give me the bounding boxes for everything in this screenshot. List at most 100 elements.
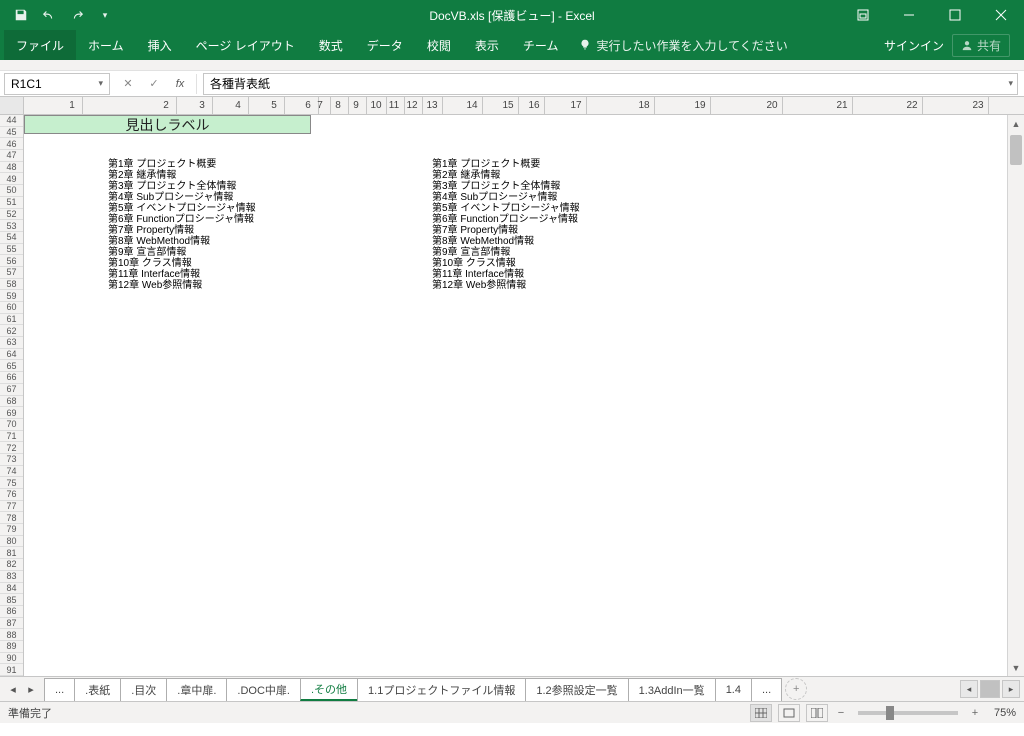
column-header[interactable]: 4 bbox=[220, 97, 256, 114]
expand-formula-icon[interactable]: ▾ bbox=[1008, 78, 1013, 89]
row-header[interactable]: 45 bbox=[0, 127, 23, 139]
row-header[interactable]: 85 bbox=[0, 594, 23, 606]
row-header[interactable]: 51 bbox=[0, 197, 23, 209]
row-header[interactable]: 58 bbox=[0, 279, 23, 291]
sheet-tab-docchap[interactable]: .DOC中扉. bbox=[226, 678, 301, 701]
tab-formulas[interactable]: 数式 bbox=[307, 30, 355, 60]
sheet-nav-next[interactable]: ▸ bbox=[22, 679, 40, 699]
row-header[interactable]: 59 bbox=[0, 290, 23, 302]
row-header[interactable]: 47 bbox=[0, 150, 23, 162]
row-header[interactable]: 66 bbox=[0, 372, 23, 384]
tab-team[interactable]: チーム bbox=[511, 30, 571, 60]
row-header[interactable]: 76 bbox=[0, 489, 23, 501]
undo-button[interactable] bbox=[36, 2, 62, 28]
column-header[interactable]: 1 bbox=[54, 97, 90, 114]
scroll-thumb[interactable] bbox=[1010, 135, 1022, 165]
vertical-scrollbar[interactable]: ▲ ▼ bbox=[1007, 115, 1024, 676]
row-header[interactable]: 73 bbox=[0, 454, 23, 466]
row-header[interactable]: 46 bbox=[0, 138, 23, 150]
sheet-tab-more-right[interactable]: ... bbox=[751, 678, 782, 701]
column-header[interactable]: 21 bbox=[824, 97, 860, 114]
row-header[interactable]: 56 bbox=[0, 255, 23, 267]
signin-link[interactable]: サインイン bbox=[884, 37, 944, 54]
row-header[interactable]: 57 bbox=[0, 267, 23, 279]
normal-view-button[interactable] bbox=[750, 704, 772, 722]
zoom-slider[interactable] bbox=[858, 711, 958, 715]
row-header[interactable]: 54 bbox=[0, 232, 23, 244]
sheet-tab-more-left[interactable]: ... bbox=[44, 678, 75, 701]
heading-label-cell[interactable]: 見出しラベル bbox=[24, 115, 311, 134]
column-header[interactable]: 19 bbox=[682, 97, 718, 114]
tab-data[interactable]: データ bbox=[355, 30, 415, 60]
row-header[interactable]: 77 bbox=[0, 501, 23, 513]
row-header[interactable]: 48 bbox=[0, 162, 23, 174]
hscroll-thumb[interactable] bbox=[980, 680, 1000, 698]
scroll-up-button[interactable]: ▲ bbox=[1008, 115, 1024, 132]
row-header[interactable]: 60 bbox=[0, 302, 23, 314]
row-header[interactable]: 64 bbox=[0, 349, 23, 361]
tab-review[interactable]: 校閲 bbox=[415, 30, 463, 60]
row-header[interactable]: 75 bbox=[0, 477, 23, 489]
row-header[interactable]: 88 bbox=[0, 629, 23, 641]
scroll-down-button[interactable]: ▼ bbox=[1008, 659, 1024, 676]
sheet-tab-s13[interactable]: 1.3AddIn一覧 bbox=[628, 678, 716, 701]
formula-input[interactable]: 各種背表紙 ▾ bbox=[203, 73, 1018, 95]
tell-me-search[interactable]: 実行したい作業を入力してください bbox=[578, 37, 787, 54]
column-header[interactable]: 17 bbox=[558, 97, 594, 114]
tab-view[interactable]: 表示 bbox=[463, 30, 511, 60]
row-header[interactable]: 62 bbox=[0, 325, 23, 337]
row-header[interactable]: 50 bbox=[0, 185, 23, 197]
row-header[interactable]: 71 bbox=[0, 431, 23, 443]
row-header[interactable]: 81 bbox=[0, 547, 23, 559]
row-header[interactable]: 89 bbox=[0, 641, 23, 653]
insert-function-button[interactable]: fx bbox=[168, 74, 192, 94]
column-header[interactable]: 2 bbox=[148, 97, 184, 114]
share-button[interactable]: 共有 bbox=[952, 34, 1010, 57]
select-all-button[interactable] bbox=[0, 97, 24, 114]
row-header[interactable]: 65 bbox=[0, 360, 23, 372]
ribbon-display-button[interactable] bbox=[840, 0, 886, 30]
zoom-in-button[interactable]: + bbox=[968, 706, 982, 720]
new-sheet-button[interactable]: + bbox=[785, 678, 807, 700]
row-header[interactable]: 78 bbox=[0, 512, 23, 524]
zoom-out-button[interactable]: − bbox=[834, 706, 848, 720]
row-header[interactable]: 53 bbox=[0, 220, 23, 232]
row-header[interactable]: 69 bbox=[0, 407, 23, 419]
sheet-tab-s11[interactable]: 1.1プロジェクトファイル情報 bbox=[357, 678, 526, 701]
row-header[interactable]: 82 bbox=[0, 559, 23, 571]
row-header[interactable]: 44 bbox=[0, 115, 23, 127]
minimize-button[interactable] bbox=[886, 0, 932, 30]
column-header[interactable]: 3 bbox=[184, 97, 220, 114]
sheet-tab-other[interactable]: .その他 bbox=[300, 678, 358, 701]
row-header[interactable]: 61 bbox=[0, 314, 23, 326]
sheet-tab-s12[interactable]: 1.2参照設定一覧 bbox=[525, 678, 628, 701]
column-header[interactable]: 18 bbox=[626, 97, 662, 114]
zoom-thumb[interactable] bbox=[886, 706, 894, 720]
row-header[interactable]: 87 bbox=[0, 618, 23, 630]
row-header[interactable]: 79 bbox=[0, 524, 23, 536]
row-header[interactable]: 72 bbox=[0, 442, 23, 454]
redo-button[interactable] bbox=[64, 2, 90, 28]
tab-insert[interactable]: 挿入 bbox=[136, 30, 184, 60]
zoom-level[interactable]: 75% bbox=[994, 707, 1016, 719]
row-header[interactable]: 55 bbox=[0, 244, 23, 256]
row-header[interactable]: 84 bbox=[0, 583, 23, 595]
row-header[interactable]: 68 bbox=[0, 396, 23, 408]
row-header[interactable]: 86 bbox=[0, 606, 23, 618]
chevron-down-icon[interactable]: ▾ bbox=[98, 78, 103, 89]
cell-grid[interactable]: 見出しラベル 第1章 プロジェクト概要第2章 継承情報第3章 プロジェクト全体情… bbox=[24, 115, 1007, 676]
column-header[interactable]: 23 bbox=[960, 97, 996, 114]
tab-page-layout[interactable]: ページ レイアウト bbox=[184, 30, 307, 60]
page-layout-view-button[interactable] bbox=[778, 704, 800, 722]
enter-formula-button[interactable]: ✓ bbox=[142, 74, 166, 94]
row-header[interactable]: 74 bbox=[0, 466, 23, 478]
tab-file[interactable]: ファイル bbox=[4, 30, 76, 60]
hscroll-left-button[interactable]: ◂ bbox=[960, 680, 978, 698]
row-header[interactable]: 52 bbox=[0, 209, 23, 221]
maximize-button[interactable] bbox=[932, 0, 978, 30]
qat-customize-icon[interactable]: ▾ bbox=[92, 2, 118, 28]
name-box[interactable]: R1C1 ▾ bbox=[4, 73, 110, 95]
row-header[interactable]: 90 bbox=[0, 653, 23, 665]
column-header[interactable]: 22 bbox=[894, 97, 930, 114]
row-header[interactable]: 70 bbox=[0, 419, 23, 431]
